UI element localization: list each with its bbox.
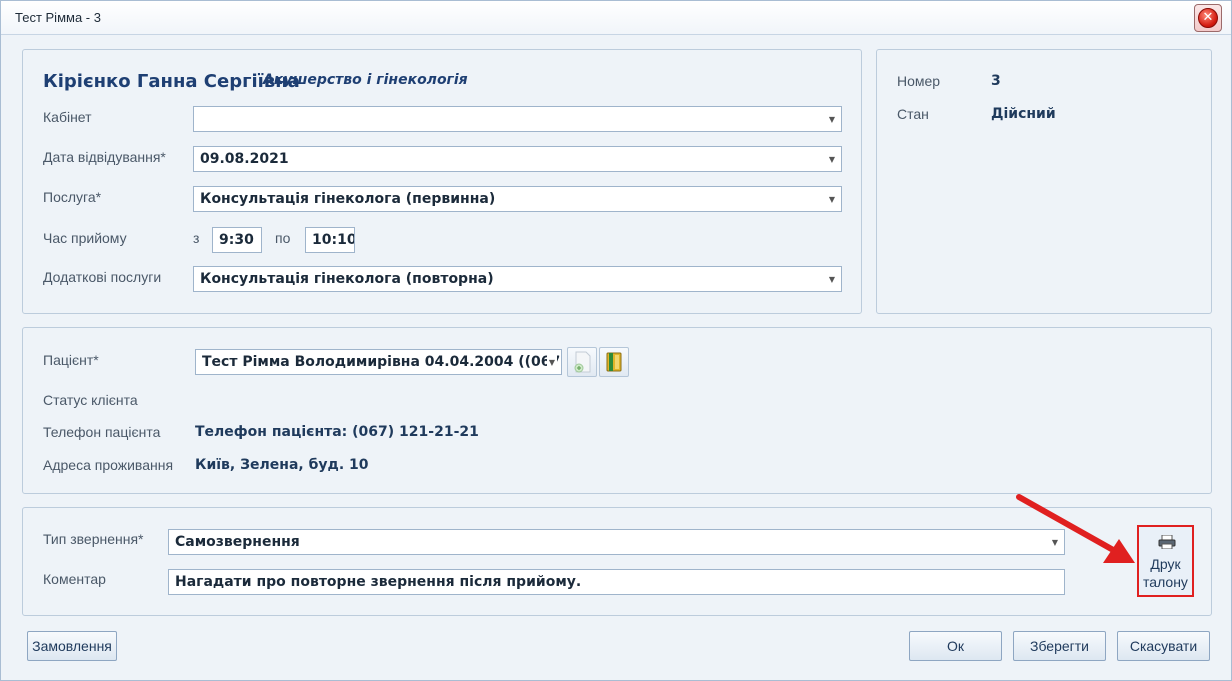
annotation-arrow-icon — [1016, 494, 1135, 563]
cabinet-label: Кабінет — [43, 109, 92, 125]
service-label: Послуга* — [43, 189, 102, 205]
dialog-window: Тест Рімма - 3 ✕ Кірієнко Ганна Сергіївн… — [0, 0, 1232, 681]
title-bar: Тест Рімма - 3 ✕ — [1, 1, 1231, 35]
cancel-button[interactable]: Скасувати — [1117, 631, 1210, 661]
chevron-down-icon[interactable]: ▼ — [827, 107, 837, 131]
extra-services-label: Додаткові послуги — [43, 269, 162, 285]
address-label: Адреса проживання — [43, 457, 174, 473]
service-value: Консультація гінеколога (первинна) — [200, 191, 496, 207]
orders-button[interactable]: Замовлення — [27, 631, 117, 661]
address-value: Київ, Зелена, буд. 10 — [195, 457, 369, 473]
add-document-icon — [574, 351, 591, 373]
service-combo[interactable]: Консультація гінеколога (первинна) ▼ — [193, 186, 842, 212]
date-value: 09.08.2021 — [200, 151, 289, 167]
client-status-label: Статус клієнта — [43, 392, 138, 408]
time-from-input[interactable]: 9:30 — [212, 227, 262, 253]
date-label: Дата відвідування* — [43, 149, 166, 165]
new-patient-button[interactable] — [567, 347, 597, 377]
chevron-down-icon[interactable]: ▼ — [547, 350, 557, 374]
request-type-label: Тип звернення* — [43, 531, 144, 547]
window-title: Тест Рімма - 3 — [15, 10, 101, 25]
time-to-label: по — [275, 230, 291, 246]
request-type-combo[interactable]: Самозвернення ▼ — [168, 529, 1065, 555]
state-value: Дійсний — [991, 106, 1056, 122]
patient-value: Тест Рімма Володимирівна 04.04.2004 ((06… — [202, 354, 562, 370]
ok-button[interactable]: Ок — [909, 631, 1002, 661]
patient-label: Пацієнт* — [43, 352, 99, 368]
save-button[interactable]: Зберегти — [1013, 631, 1106, 661]
comment-input[interactable]: Нагадати про повторне звернення після пр… — [168, 569, 1065, 595]
print-ticket-line2: талону — [1143, 574, 1188, 590]
print-ticket-line1: Друк — [1150, 556, 1181, 572]
time-to-input[interactable]: 10:10 — [305, 227, 355, 253]
chevron-down-icon[interactable]: ▼ — [827, 267, 837, 291]
printer-icon — [1158, 535, 1176, 549]
print-ticket-button[interactable]: Друк талону — [1137, 525, 1194, 597]
close-icon: ✕ — [1198, 8, 1218, 28]
extra-services-value: Консультація гінеколога (повторна) — [200, 271, 494, 287]
patient-phone-label: Телефон пацієнта — [43, 424, 161, 440]
patient-combo[interactable]: Тест Рімма Володимирівна 04.04.2004 ((06… — [195, 349, 562, 375]
time-label: Час прийому — [43, 230, 127, 246]
time-from-label: з — [193, 230, 200, 246]
date-combo[interactable]: 09.08.2021 ▼ — [193, 146, 842, 172]
number-label: Номер — [897, 73, 941, 89]
comment-label: Коментар — [43, 571, 106, 587]
print-ticket-label: Друк талону — [1139, 555, 1192, 591]
state-label: Стан — [897, 106, 929, 122]
book-icon — [606, 352, 622, 372]
patient-phone-value: Телефон пацієнта: (067) 121-21-21 — [195, 424, 479, 440]
close-button[interactable]: ✕ — [1194, 4, 1222, 32]
extra-services-combo[interactable]: Консультація гінеколога (повторна) ▼ — [193, 266, 842, 292]
patient-card-button[interactable] — [599, 347, 629, 377]
chevron-down-icon[interactable]: ▼ — [827, 187, 837, 211]
doctor-name: Кірієнко Ганна Сергіївна — [43, 71, 300, 92]
doctor-specialty: Акушерство і гінекологія — [263, 72, 468, 88]
number-value: 3 — [991, 73, 1001, 89]
chevron-down-icon[interactable]: ▼ — [827, 147, 837, 171]
cabinet-combo[interactable]: ▼ — [193, 106, 842, 132]
request-type-value: Самозвернення — [175, 534, 300, 550]
